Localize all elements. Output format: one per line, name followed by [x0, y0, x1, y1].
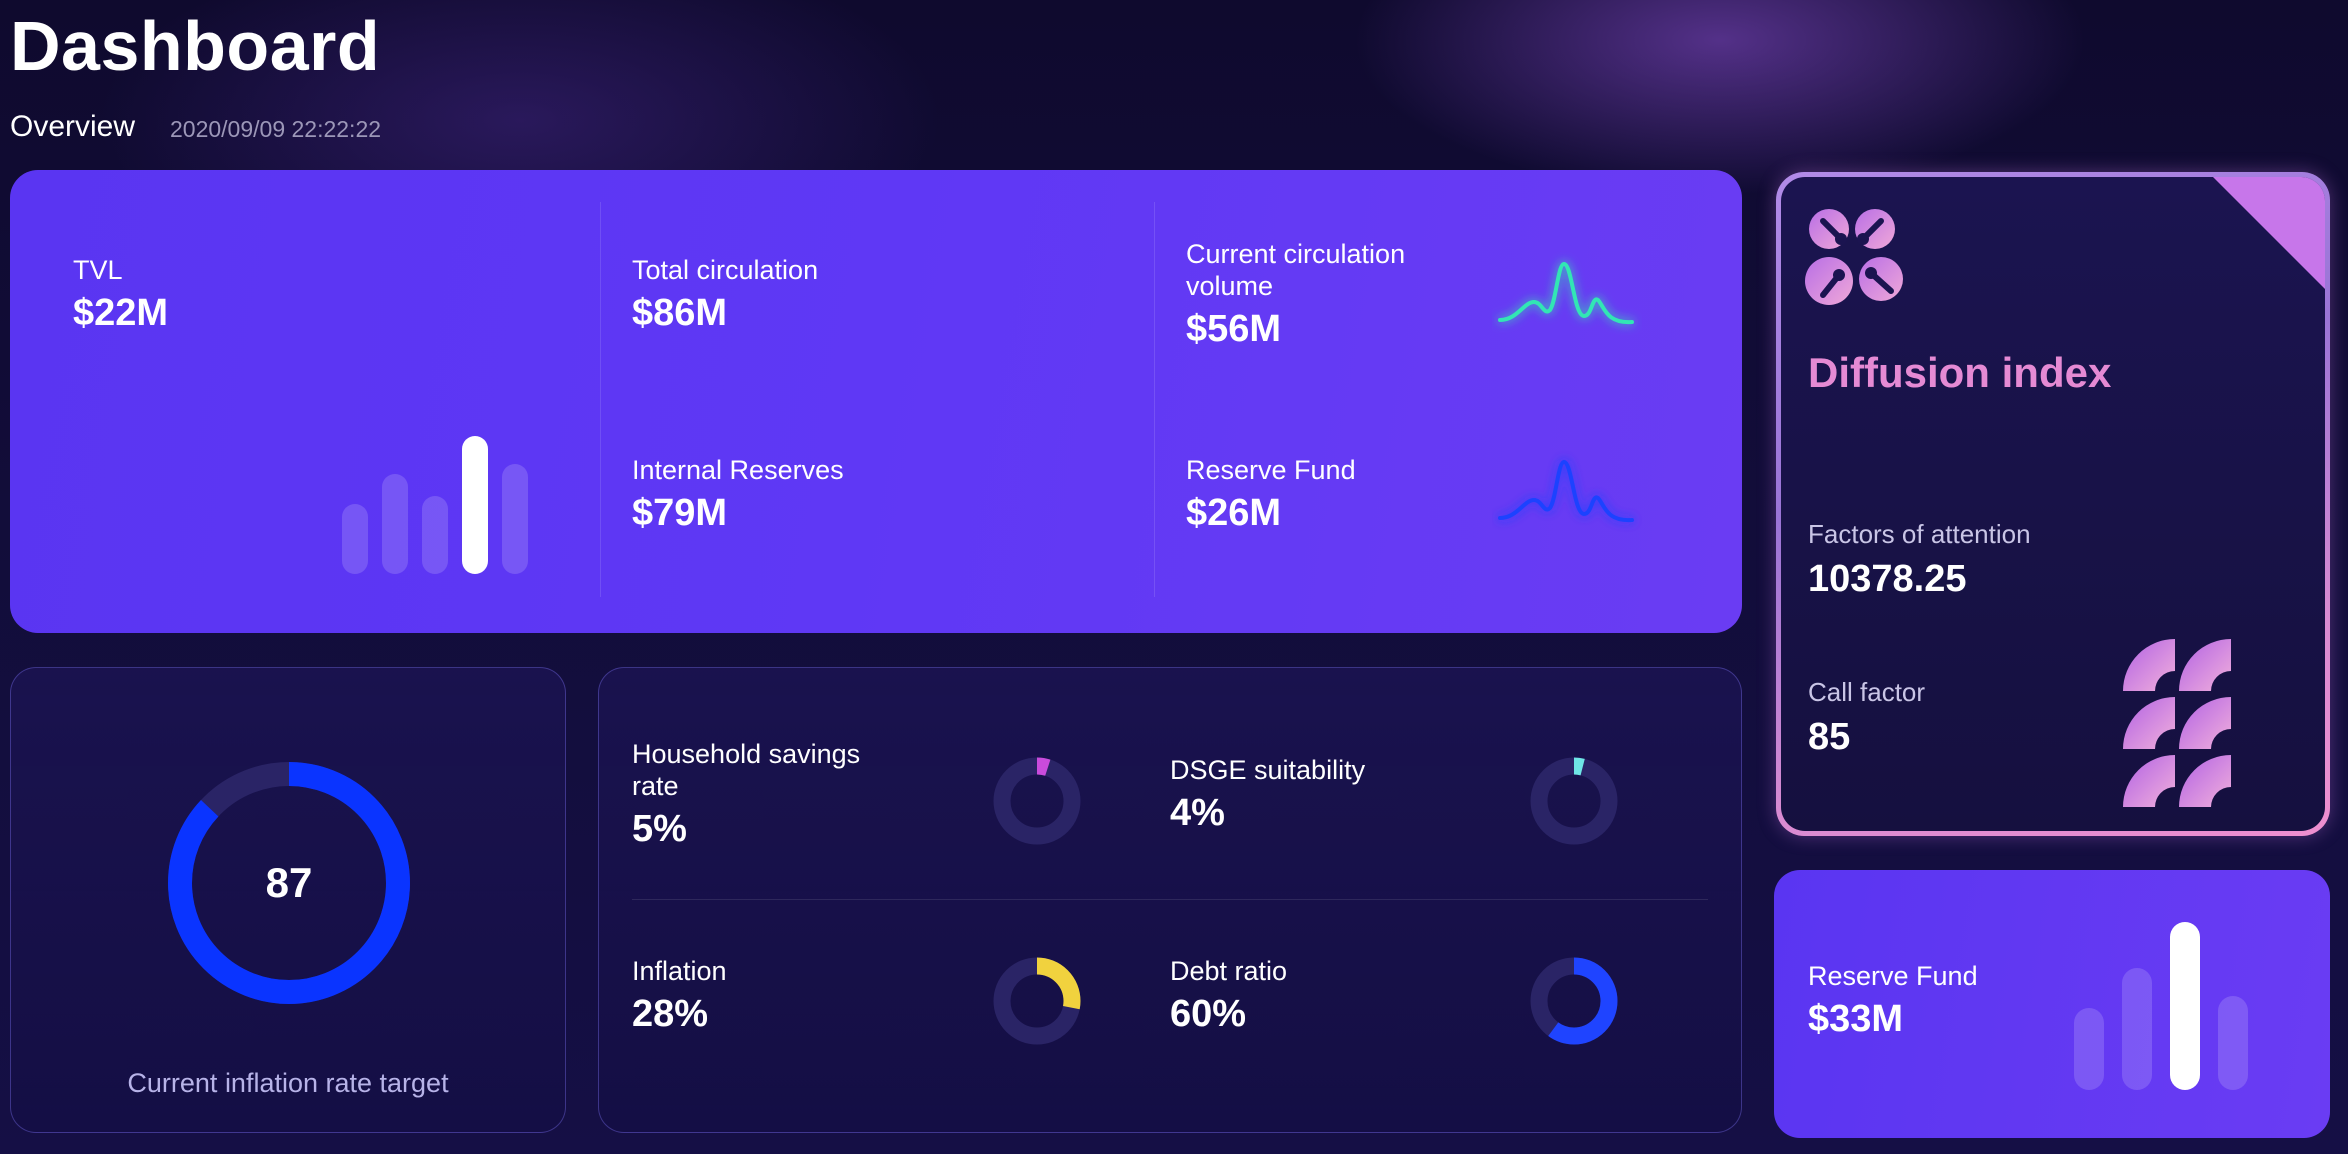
bar [462, 436, 488, 574]
sparkline-blue-icon [1498, 459, 1634, 523]
reserve-bar-icon [2074, 918, 2248, 1090]
stat-tvl: TVL $22M [73, 254, 168, 335]
page-title: Dashboard [10, 7, 381, 85]
metric-value: 28% [632, 993, 709, 1035]
target-value: 87 [265, 859, 313, 906]
metric-label: Inflation [632, 956, 727, 986]
metric-value: 5% [632, 808, 687, 850]
sparkline-green-icon [1498, 261, 1634, 325]
bar [2122, 968, 2152, 1090]
stat-reserve-fund: Reserve Fund $26M [1186, 454, 1356, 535]
reserve-fund-card: Reserve Fund $33M [1774, 870, 2330, 1138]
metrics-card: Household savings rate 5% DSGE suitabili… [598, 667, 1742, 1133]
stat-value: $33M [1808, 998, 1904, 1040]
petal-pattern-icon [2123, 639, 2231, 807]
divider [600, 202, 601, 597]
stat-label: Factors of attention [1808, 519, 2031, 549]
diffusion-title: Diffusion index [1808, 349, 2112, 396]
stat-label: Total circulation [632, 255, 819, 285]
divider [1154, 202, 1155, 597]
donut-inflation [993, 957, 1081, 1045]
metric-household-savings: Household savings rate 5% [632, 738, 892, 851]
metric-label: DSGE suitability [1170, 755, 1366, 785]
stat-reserve-fund-2: Reserve Fund $33M [1808, 960, 1978, 1041]
bar [2074, 1008, 2104, 1090]
bar [2218, 996, 2248, 1090]
timestamp: 2020/09/09 22:22:22 [170, 116, 382, 142]
bar [502, 464, 528, 574]
donut-debt-ratio [1530, 957, 1618, 1045]
stat-value: $26M [1186, 492, 1282, 534]
stat-internal-reserves: Internal Reserves $79M [632, 454, 844, 535]
divider [632, 899, 1708, 900]
diffusion-logo-icon [1805, 209, 1903, 305]
stat-current-circulation: Current circulation volume $56M [1186, 238, 1456, 351]
bar [382, 474, 408, 574]
stat-value: $56M [1186, 308, 1282, 350]
stat-total-circulation: Total circulation $86M [632, 254, 818, 335]
overview-label: Overview [10, 110, 136, 143]
inflation-target-card: 87 Current inflation rate target [10, 667, 566, 1133]
stat-label: Internal Reserves [632, 455, 844, 485]
metric-label: Debt ratio [1170, 956, 1288, 986]
diffusion-inner: Diffusion index Factors of attention 103… [1781, 177, 2325, 831]
metric-dsge-suitability: DSGE suitability 4% [1170, 754, 1365, 835]
metric-value: 60% [1170, 993, 1247, 1035]
factors-of-attention: Factors of attention 10378.25 [1808, 519, 2031, 601]
bar [342, 504, 368, 574]
target-label: Current inflation rate target [127, 1068, 449, 1098]
donut-household-savings [993, 757, 1081, 845]
stat-label: Current circulation volume [1186, 239, 1406, 301]
metric-label: Household savings rate [632, 739, 861, 801]
stat-value: $22M [73, 292, 169, 334]
corner-accent [2213, 177, 2325, 289]
stat-value: 10378.25 [1808, 558, 1967, 600]
bar [2170, 922, 2200, 1090]
diffusion-index-card: Diffusion index Factors of attention 103… [1776, 172, 2330, 836]
metric-inflation: Inflation 28% [632, 955, 727, 1036]
bar [422, 496, 448, 574]
stat-label: Reserve Fund [1808, 961, 1978, 991]
call-factor: Call factor 85 [1808, 677, 1925, 759]
stat-label: Call factor [1808, 677, 1926, 707]
stat-label: Reserve Fund [1186, 455, 1356, 485]
metric-value: 4% [1170, 792, 1225, 834]
donut-dsge-suitability [1530, 757, 1618, 845]
stat-value: $79M [632, 492, 728, 534]
tvl-bar-icon [342, 434, 528, 574]
metric-debt-ratio: Debt ratio 60% [1170, 955, 1287, 1036]
stat-label: TVL [73, 255, 123, 285]
stat-value: 85 [1808, 716, 1851, 758]
stats-panel: TVL $22M Total circulation $86M Internal… [10, 170, 1742, 633]
stat-value: $86M [632, 292, 728, 334]
